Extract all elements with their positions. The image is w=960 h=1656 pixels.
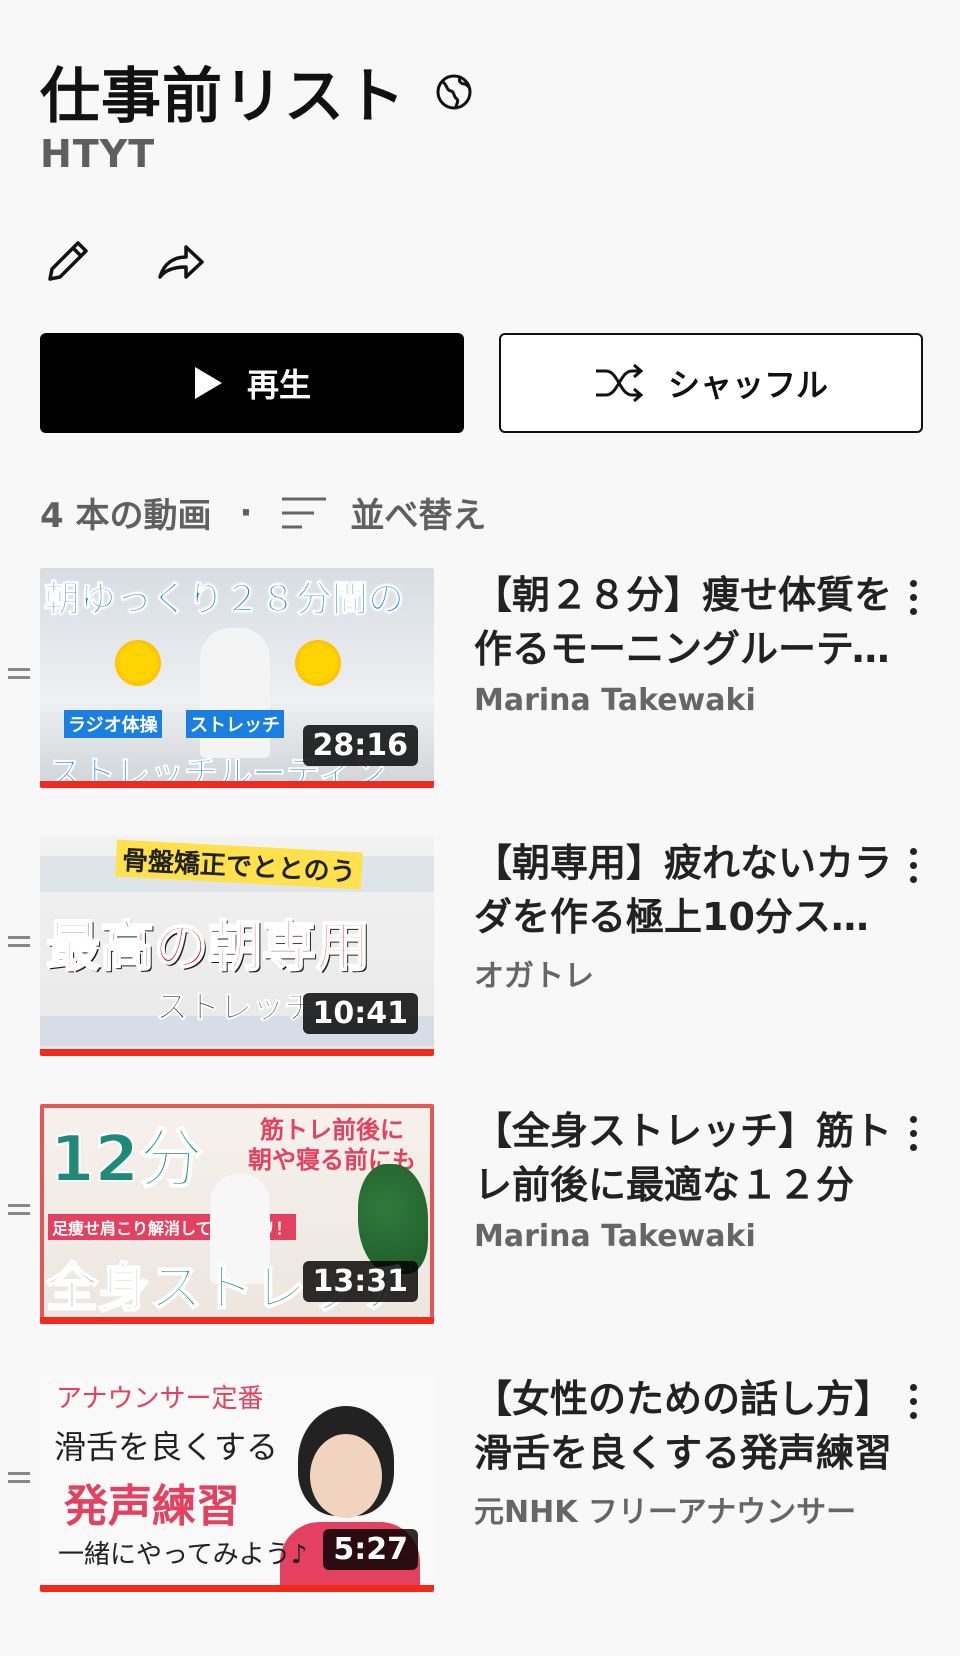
video-title[interactable]: 【全身ストレッチ】筋トレ前後に最適な１２分 xyxy=(474,1104,894,1212)
video-item[interactable]: 12分 筋トレ前後に 朝や寝る前にも 足痩せ肩こり解消してスッキリ！ 全身ストレ… xyxy=(0,1104,960,1328)
video-duration: 28:16 xyxy=(302,725,418,766)
video-title[interactable]: 【朝２８分】痩せ体質を作るモーニングルーティン xyxy=(474,568,894,676)
thumbnail-text: ストレッチ xyxy=(155,988,317,1027)
thumbnail-text: 12分 xyxy=(49,1122,204,1198)
video-channel[interactable]: オガトレ xyxy=(474,951,894,995)
video-thumbnail[interactable]: 朝ゆっくり２８分間の ラジオ体操 ストレッチ ストレッチルーティン 28:16 xyxy=(40,568,434,788)
video-item[interactable]: 骨盤矯正でととのう 最高の朝専用 ストレッチ 10:41 【朝専用】疲れないカラ… xyxy=(0,836,960,1060)
more-options-icon[interactable] xyxy=(910,1384,918,1426)
video-thumbnail[interactable]: 骨盤矯正でととのう 最高の朝専用 ストレッチ 10:41 xyxy=(40,836,434,1056)
video-item[interactable]: アナウンサー定番 滑舌を良くする 発声練習 一緒にやってみよう♪ 5:27 【女… xyxy=(0,1372,960,1596)
meta-separator: · xyxy=(239,492,253,533)
watch-progress-bar xyxy=(40,1049,434,1056)
playlist-actions xyxy=(42,235,206,287)
drag-handle-icon[interactable] xyxy=(8,1204,30,1220)
sort-icon[interactable] xyxy=(280,493,328,533)
more-options-icon[interactable] xyxy=(910,1116,918,1158)
thumbnail-text: 発声練習 xyxy=(64,1481,240,1532)
play-label: 再生 xyxy=(246,366,311,404)
video-count: 4 本の動画 xyxy=(40,496,212,536)
playlist-meta: 4 本の動画 · 並べ替え xyxy=(40,488,486,537)
globe-icon xyxy=(436,74,472,109)
more-options-icon[interactable] xyxy=(910,580,918,622)
playlist-header: 仕事前リスト xyxy=(40,48,474,135)
video-channel[interactable]: Marina Takewaki xyxy=(474,683,894,718)
thumbnail-text: ラジオ体操 xyxy=(64,710,162,738)
video-duration: 13:31 xyxy=(302,1261,418,1302)
thumbnail-text: 朝ゆっくり２８分間の xyxy=(43,579,405,621)
person-face xyxy=(310,1434,382,1518)
play-all-button[interactable]: 再生 xyxy=(40,333,464,433)
watch-progress-bar xyxy=(40,781,434,788)
drag-handle-icon[interactable] xyxy=(8,936,30,952)
thumbnail-text: 滑舌を良くする xyxy=(54,1428,279,1466)
sun-icon xyxy=(115,640,161,686)
pencil-icon[interactable] xyxy=(42,235,94,287)
drag-handle-icon[interactable] xyxy=(8,668,30,684)
shuffle-button[interactable]: シャッフル xyxy=(499,333,923,433)
video-title[interactable]: 【朝専用】疲れないカラダを作る極上10分ストレッチ xyxy=(474,836,894,944)
thumbnail-text: 最高の朝専用 xyxy=(45,914,371,979)
shuffle-label: シャッフル xyxy=(667,366,828,404)
thumbnail-text: アナウンサー定番 xyxy=(56,1384,264,1414)
playlist-title: 仕事前リスト xyxy=(40,62,406,132)
sun-icon xyxy=(295,640,341,686)
video-item[interactable]: 朝ゆっくり２８分間の ラジオ体操 ストレッチ ストレッチルーティン 28:16 … xyxy=(0,568,960,792)
drag-handle-icon[interactable] xyxy=(8,1472,30,1488)
video-channel[interactable]: Marina Takewaki xyxy=(474,1219,894,1254)
video-thumbnail[interactable]: 12分 筋トレ前後に 朝や寝る前にも 足痩せ肩こり解消してスッキリ！ 全身ストレ… xyxy=(40,1104,434,1324)
more-options-icon[interactable] xyxy=(910,848,918,890)
sort-button[interactable]: 並べ替え xyxy=(350,488,486,537)
watch-progress-bar xyxy=(40,1317,434,1324)
video-duration: 5:27 xyxy=(323,1529,418,1570)
watch-progress-bar xyxy=(40,1585,434,1592)
thumbnail-text: ストレッチ xyxy=(186,710,284,738)
shuffle-icon xyxy=(595,363,644,403)
share-icon[interactable] xyxy=(154,235,206,287)
video-title[interactable]: 【女性のための話し方】滑舌を良くする発声練習 xyxy=(474,1372,894,1480)
thumbnail-text: 一緒にやってみよう♪ xyxy=(58,1540,308,1570)
person-figure xyxy=(200,628,270,758)
video-duration: 10:41 xyxy=(302,993,418,1034)
playlist-owner[interactable]: HTYT xyxy=(40,132,155,176)
video-thumbnail[interactable]: アナウンサー定番 滑舌を良くする 発声練習 一緒にやってみよう♪ 5:27 xyxy=(40,1372,434,1592)
video-channel[interactable]: 元NHK フリーアナウンサー xyxy=(474,1487,894,1531)
play-icon xyxy=(194,367,222,399)
